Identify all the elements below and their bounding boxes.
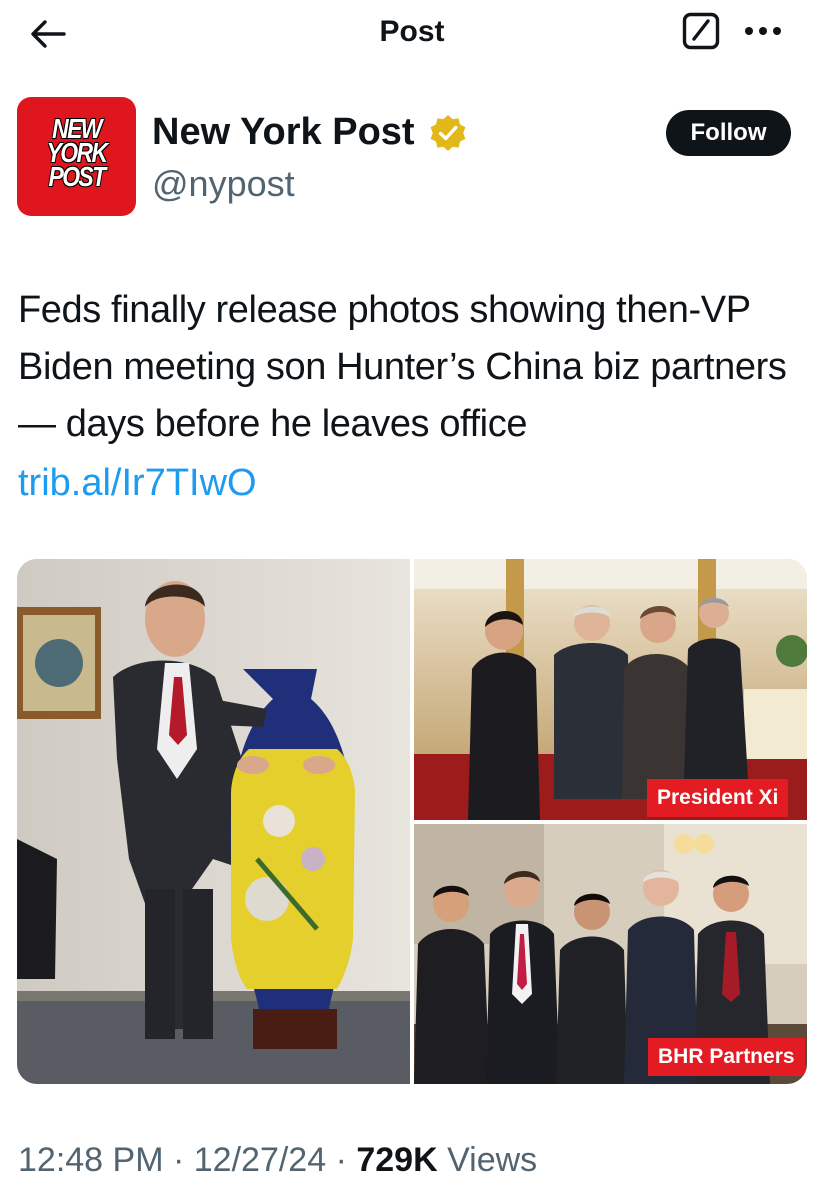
photo-illustration xyxy=(17,559,410,1084)
photo-hunter-with-vase[interactable] xyxy=(17,559,410,1084)
top-bar: Post xyxy=(0,0,824,66)
author-handle[interactable]: @nypost xyxy=(152,163,295,205)
post-time[interactable]: 12:48 PM xyxy=(18,1141,164,1179)
verified-badge-icon[interactable] xyxy=(428,113,468,153)
separator: · xyxy=(335,1141,347,1179)
more-icon xyxy=(745,27,781,35)
follow-button[interactable]: Follow xyxy=(666,110,791,156)
views-label[interactable]: Views xyxy=(447,1141,537,1179)
photo-president-xi[interactable]: President Xi xyxy=(414,559,807,820)
post-date[interactable]: 12/27/24 xyxy=(194,1141,326,1179)
post-text: Feds finally release photos showing then… xyxy=(18,289,787,445)
separator: · xyxy=(172,1141,185,1179)
caption-president-xi: President Xi xyxy=(647,779,789,817)
post-link[interactable]: trib.al/Ir7TIwO xyxy=(18,455,257,512)
photo-bhr-partners[interactable]: BHR Partners xyxy=(414,824,807,1084)
compose-button[interactable] xyxy=(680,10,722,52)
views-count[interactable]: 729K xyxy=(356,1141,437,1179)
compose-icon xyxy=(682,12,720,50)
more-button[interactable] xyxy=(740,10,786,52)
author-display-name[interactable]: New York Post xyxy=(152,110,415,154)
media-grid: President Xi BHR Partners xyxy=(17,559,807,1084)
author-avatar[interactable]: NEW YORK POST xyxy=(17,97,136,216)
post-metadata: 12:48 PM · 12/27/24 · 729K Views xyxy=(18,1138,537,1182)
nypost-logo: NEW YORK POST xyxy=(46,113,108,192)
caption-bhr-partners: BHR Partners xyxy=(648,1038,805,1076)
